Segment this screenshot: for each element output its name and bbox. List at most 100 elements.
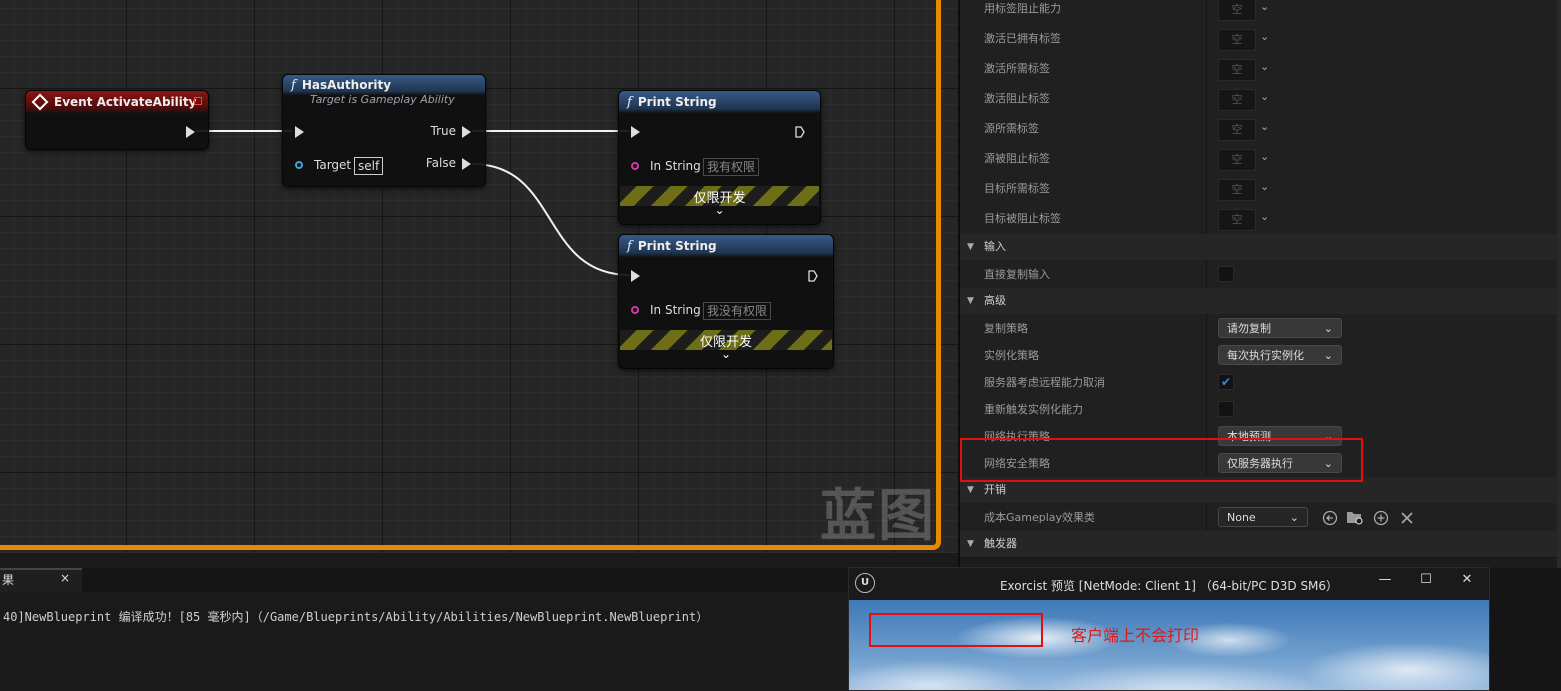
section-advanced[interactable]: ▼ 高级 [960,288,1561,315]
column-divider [1206,260,1207,289]
print-string-1-title: Print String [637,95,717,109]
collapse-arrow-icon[interactable]: ▼ [967,234,974,260]
tag-row: 激活所需标签 空 ⌄ [960,54,1561,85]
dropdown-value: 请勿复制 [1227,322,1271,335]
chevron-down-icon[interactable]: ⌄ [1260,210,1269,223]
print-string-2-header: f Print String [619,235,833,257]
tag-row: 激活已拥有标签 空 ⌄ [960,24,1561,55]
in-string-pin[interactable] [631,306,639,314]
in-string-field[interactable]: 我没有权限 [703,302,772,320]
delegate-pin-icon[interactable] [194,97,202,105]
instancing-policy-dropdown[interactable]: 每次执行实例化 ⌄ [1218,345,1342,365]
target-self-field[interactable]: self [354,157,384,175]
chevron-down-icon[interactable]: ⌄ [1260,60,1269,73]
exec-input-pin[interactable] [631,270,640,282]
column-divider [1206,174,1207,204]
tag-container-value[interactable]: 空 [1218,119,1256,141]
use-selected-arrow-icon[interactable] [1322,510,1338,526]
chevron-down-icon[interactable]: ⌄ [1260,0,1269,13]
row-label: 激活阻止标签 [984,92,1050,105]
in-string-label: In String [650,303,701,317]
function-icon: f [627,94,632,110]
row-label: 激活已拥有标签 [984,32,1061,45]
row-cost-gameplay-effect-class: 成本Gameplay效果类 None ⌄ [960,503,1561,533]
row-label: 用标签阻止能力 [984,2,1061,15]
has-authority-header: f HasAuthority [283,75,485,95]
column-divider [1206,114,1207,144]
section-advanced-title: 高级 [984,294,1006,307]
retrigger-instanced-checkbox[interactable] [1218,401,1234,417]
section-triggers-title: 触发器 [984,537,1017,550]
close-button[interactable]: ✕ [1455,572,1479,587]
chevron-down-icon: ⌄ [1289,511,1299,524]
game-viewport[interactable]: 客户端上不会打印 [849,600,1489,690]
close-tab-icon[interactable]: × [60,571,70,585]
event-activate-ability-node[interactable]: Event ActivateAbility [25,90,209,150]
column-divider [1206,54,1207,84]
tag-container-value[interactable]: 空 [1218,29,1256,51]
chevron-down-icon[interactable]: ⌄ [1260,120,1269,133]
exec-input-pin[interactable] [631,126,640,138]
exec-output-pin[interactable] [795,126,805,138]
tag-container-value[interactable]: 空 [1218,179,1256,201]
details-scrollbar[interactable] [1557,0,1561,568]
tag-container-value[interactable]: 空 [1218,59,1256,81]
row-replication-policy: 复制策略 请勿复制 ⌄ [960,314,1561,344]
chevron-down-icon: ⌄ [1323,349,1333,362]
row-label: 目标被阻止标签 [984,212,1061,225]
server-respects-cancel-checkbox[interactable]: ✔ [1218,374,1234,390]
print-string-node-2[interactable]: f Print String In String 我没有权限 仅限开发 ⌄ [618,234,834,369]
row-label: 成本Gameplay效果类 [984,511,1096,524]
maximize-button[interactable]: ☐ [1414,572,1438,587]
add-icon[interactable] [1373,510,1389,526]
in-string-field[interactable]: 我有权限 [703,158,760,176]
chevron-down-icon[interactable]: ⌄ [1260,30,1269,43]
exec-input-pin[interactable] [295,126,304,138]
tag-container-value[interactable]: 空 [1218,0,1256,21]
clear-icon[interactable] [1400,511,1414,525]
column-divider [1206,144,1207,174]
chevron-down-icon[interactable]: ⌄ [1260,90,1269,103]
window-titlebar[interactable]: U Exorcist 预览 [NetMode: Client 1] （64-bi… [849,568,1489,600]
print-string-1-header: f Print String [619,91,820,113]
log-body: 40]NewBlueprint 编译成功！[85 毫秒内]（/Game/Blue… [0,592,850,691]
log-line[interactable]: 40]NewBlueprint 编译成功！[85 毫秒内]（/Game/Blue… [3,608,708,625]
tag-container-value[interactable]: 空 [1218,209,1256,231]
column-divider [1206,341,1207,370]
annotation-empty-print-box [869,613,1043,647]
row-label: 直接复制输入 [984,268,1050,281]
event-node-header: Event ActivateAbility [26,91,208,113]
expand-chevron-icon[interactable]: ⌄ [619,203,820,217]
in-string-pin[interactable] [631,162,639,170]
section-triggers[interactable]: ▼ 触发器 [960,531,1561,558]
browse-folder-icon[interactable] [1346,509,1364,525]
print-string-node-1[interactable]: f Print String In String 我有权限 仅限开发 ⌄ [618,90,821,225]
exec-output-pin[interactable] [808,270,818,282]
cost-effect-class-dropdown[interactable]: None ⌄ [1218,507,1308,527]
tag-container-value[interactable]: 空 [1218,89,1256,111]
true-exec-pin[interactable] [462,126,471,138]
tag-row: 源所需标签 空 ⌄ [960,114,1561,145]
minimize-button[interactable]: — [1373,572,1397,587]
tag-container-value[interactable]: 空 [1218,149,1256,171]
game-preview-window[interactable]: U Exorcist 预览 [NetMode: Client 1] （64-bi… [848,567,1490,691]
target-object-pin[interactable] [295,161,303,169]
row-label: 激活所需标签 [984,62,1050,75]
section-input-title: 输入 [984,240,1006,253]
true-pin-label: True [430,124,457,138]
row-label: 实例化策略 [984,349,1039,362]
column-divider [1206,395,1207,424]
replication-policy-dropdown[interactable]: 请勿复制 ⌄ [1218,318,1342,338]
has-authority-node[interactable]: f HasAuthority Target is Gameplay Abilit… [282,74,486,187]
blueprint-graph[interactable]: 蓝图 Event ActivateAbility f HasAuthority … [0,0,958,568]
section-input[interactable]: ▼ 输入 [960,234,1561,261]
expand-chevron-icon[interactable]: ⌄ [619,347,833,361]
false-exec-pin[interactable] [462,158,471,170]
chevron-down-icon[interactable]: ⌄ [1260,180,1269,193]
chevron-down-icon[interactable]: ⌄ [1260,150,1269,163]
collapse-arrow-icon[interactable]: ▼ [967,288,974,314]
replicate-input-checkbox[interactable] [1218,266,1234,282]
row-label: 目标所需标签 [984,182,1050,195]
exec-output-pin[interactable] [186,126,195,138]
collapse-arrow-icon[interactable]: ▼ [967,531,974,557]
